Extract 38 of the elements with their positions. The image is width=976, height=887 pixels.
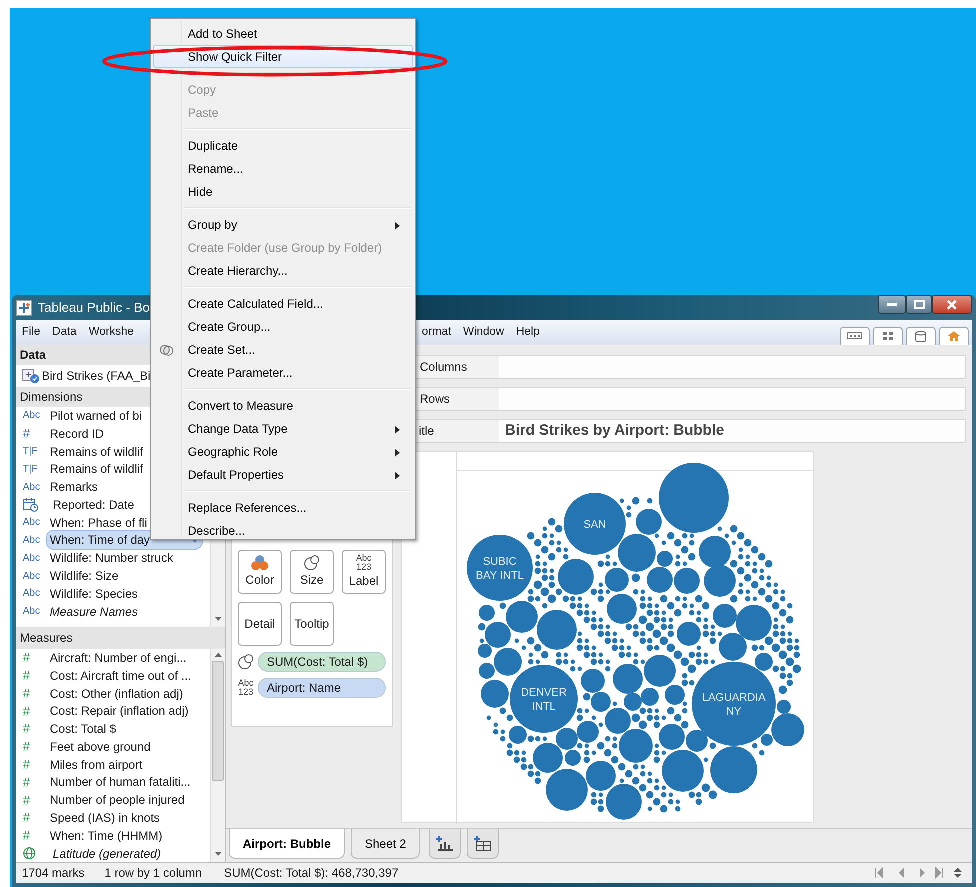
shelf-label: Rows (420, 391, 450, 408)
window-title: Tableau Public - Bo (38, 298, 150, 317)
bubble-label: SUBIC BAY INTL (476, 556, 524, 582)
type-glyph: # (22, 827, 32, 846)
type-glyph: T|F (22, 444, 39, 459)
type-glyph: Abc (22, 552, 42, 566)
bubble-label: SAN (584, 519, 606, 531)
label-glyph: Abc 123 (356, 554, 372, 572)
label-glyph: Abc 123 (238, 679, 254, 697)
type-glyph: # (22, 702, 32, 721)
type-glyph: Abc (22, 409, 42, 424)
type-glyph: # (22, 774, 32, 792)
field-name: When: Time of day (50, 532, 150, 550)
status-text: SUM(Cost: Total $): 468,730,397 (223, 865, 400, 882)
shelf-label: Columns (420, 359, 468, 376)
type-glyph: # (22, 720, 32, 738)
type-glyph: # (22, 424, 32, 443)
type-glyph: Abc (22, 534, 42, 548)
type-glyph: # (22, 756, 32, 774)
type-glyph: Abc (22, 587, 42, 602)
shelf-label: itle (419, 423, 434, 440)
type-glyph: Abc (22, 605, 42, 620)
type-glyph: # (22, 738, 32, 756)
status-text: 1 row by 1 column (104, 865, 204, 882)
type-glyph: # (22, 666, 32, 685)
type-glyph: # (22, 792, 32, 810)
chart-title: Bird Strikes by Airport: Bubble (504, 421, 726, 441)
bubble-label: LAGUARDIA NY (702, 692, 766, 718)
status-text: 1704 marks (21, 865, 86, 882)
type-glyph: # (22, 809, 32, 828)
type-glyph: Abc (22, 516, 42, 530)
type-glyph: # (22, 684, 32, 703)
type-glyph: # (22, 649, 32, 668)
bubble-label: DENVER INTL (521, 687, 567, 713)
section-header: Measures (16, 627, 225, 649)
type-glyph: T|F (22, 462, 39, 477)
type-glyph: Abc (22, 480, 42, 495)
type-glyph: Abc (22, 570, 42, 584)
